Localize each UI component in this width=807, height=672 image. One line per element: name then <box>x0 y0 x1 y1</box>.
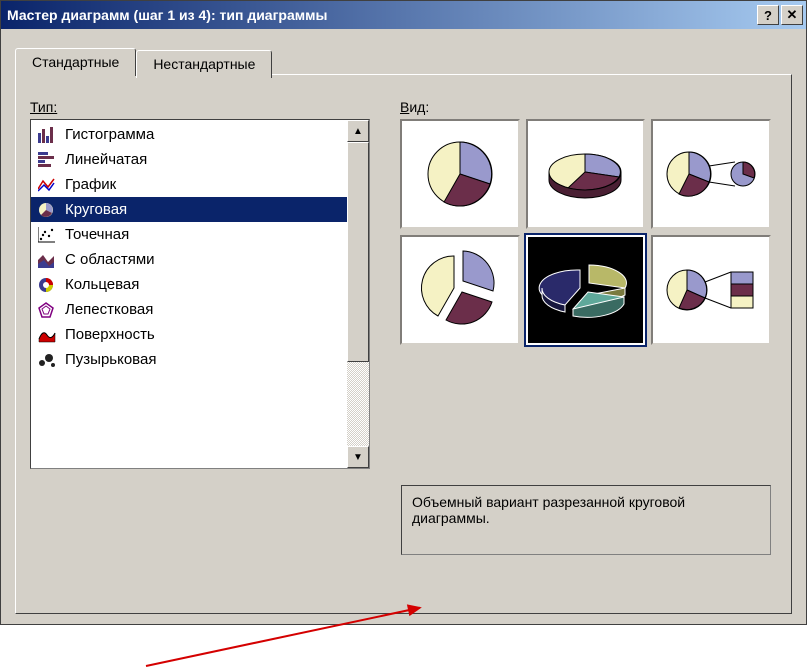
type-column: Тип: Гистограмма <box>30 99 370 603</box>
scroll-down-button[interactable]: ▼ <box>347 446 369 468</box>
subtype-exploded-pie-2d[interactable] <box>400 235 520 345</box>
scroll-track[interactable] <box>347 142 369 446</box>
help-button[interactable]: ? <box>757 5 779 25</box>
subtype-grid <box>400 119 771 345</box>
tab-custom[interactable]: Нестандартные <box>136 50 272 78</box>
subtype-pie-2d[interactable] <box>400 119 520 229</box>
type-item-histogram[interactable]: Гистограмма <box>31 122 347 147</box>
type-item-bar[interactable]: Линейчатая <box>31 147 347 172</box>
close-button[interactable]: ✕ <box>781 5 803 25</box>
type-item-area[interactable]: С областями <box>31 247 347 272</box>
pie-icon <box>37 202 57 218</box>
window-title: Мастер диаграмм (шаг 1 из 4): тип диагра… <box>7 7 755 23</box>
client-area: Стандартные Нестандартные Тип: Гистограм… <box>1 29 806 624</box>
subtype-pie-3d[interactable] <box>526 119 646 229</box>
type-item-label: Кольцевая <box>65 276 139 293</box>
type-item-label: Пузырьковая <box>65 351 156 368</box>
type-list: Гистограмма Линейчатая Г <box>31 120 347 468</box>
type-item-doughnut[interactable]: Кольцевая <box>31 272 347 297</box>
radar-icon <box>37 302 57 318</box>
type-item-scatter[interactable]: Точечная <box>31 222 347 247</box>
bar-icon <box>37 152 57 168</box>
type-item-surface[interactable]: Поверхность <box>31 322 347 347</box>
scroll-up-button[interactable]: ▲ <box>347 120 369 142</box>
type-item-label: Линейчатая <box>65 151 147 168</box>
type-item-label: Лепестковая <box>65 301 153 318</box>
type-item-label: Точечная <box>65 226 129 243</box>
type-scrollbar[interactable]: ▲ ▼ <box>347 120 369 468</box>
subtype-pie-of-pie[interactable] <box>651 119 771 229</box>
type-item-label: Круговая <box>65 201 127 218</box>
type-item-bubble[interactable]: Пузырьковая <box>31 347 347 372</box>
type-item-line[interactable]: График <box>31 172 347 197</box>
area-icon <box>37 252 57 268</box>
annotation-arrow <box>146 607 420 667</box>
type-item-radar[interactable]: Лепестковая <box>31 297 347 322</box>
subtype-exploded-pie-3d[interactable] <box>526 235 646 345</box>
chart-wizard-window: Мастер диаграмм (шаг 1 из 4): тип диагра… <box>0 0 807 625</box>
type-item-label: Поверхность <box>65 326 155 343</box>
line-icon <box>37 177 57 193</box>
tab-standard[interactable]: Стандартные <box>15 48 136 76</box>
type-listbox[interactable]: Гистограмма Линейчатая Г <box>30 119 370 469</box>
bubble-icon <box>37 352 57 368</box>
subtype-bar-of-pie[interactable] <box>651 235 771 345</box>
tab-panel: Тип: Гистограмма <box>15 74 792 614</box>
type-item-label: С областями <box>65 251 155 268</box>
type-item-pie[interactable]: Круговая <box>31 197 347 222</box>
titlebar: Мастер диаграмм (шаг 1 из 4): тип диагра… <box>1 1 806 29</box>
histogram-icon <box>37 127 57 143</box>
type-item-label: Гистограмма <box>65 126 154 143</box>
view-label: Вид: <box>400 99 771 115</box>
surface-icon <box>37 327 57 343</box>
type-item-label: График <box>65 176 116 193</box>
scroll-thumb[interactable] <box>347 142 369 362</box>
tab-strip: Стандартные Нестандартные <box>15 47 792 75</box>
doughnut-icon <box>37 277 57 293</box>
type-label: Тип: <box>30 99 370 115</box>
scatter-icon <box>37 227 57 243</box>
subtype-description: Объемный вариант разрезанной круговой ди… <box>401 485 771 555</box>
